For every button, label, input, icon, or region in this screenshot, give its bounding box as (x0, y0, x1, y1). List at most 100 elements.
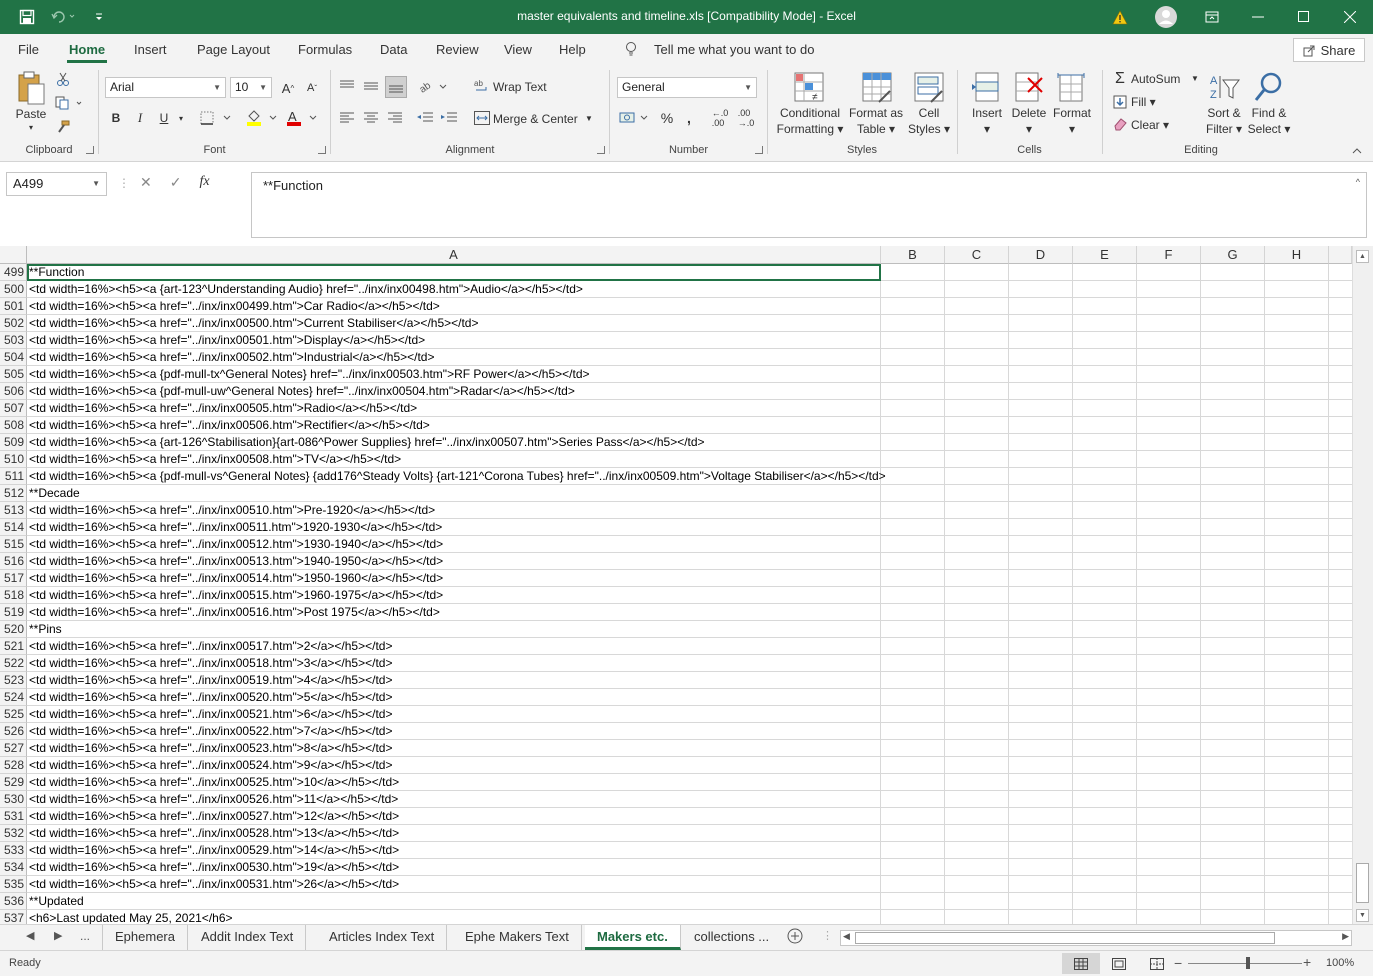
tab-page-layout[interactable]: Page Layout (197, 42, 270, 57)
wrap-text-icon[interactable]: ab (473, 77, 491, 95)
decrease-decimal-icon[interactable]: .00 →.0 (734, 108, 758, 128)
number-format-box[interactable]: General ▼ (617, 77, 757, 98)
conditional-formatting-icon[interactable]: ≠ (792, 70, 826, 106)
page-layout-view-icon[interactable] (1100, 953, 1138, 974)
decrease-indent-icon[interactable] (415, 108, 435, 128)
cell-a[interactable]: <td width=16%><h5><a href="../inx/inx005… (27, 876, 399, 893)
sheet-tab-addit-index-text[interactable]: Addit Index Text (189, 925, 307, 950)
zoom-slider-track[interactable] (1188, 963, 1302, 964)
tab-help[interactable]: Help (559, 42, 586, 57)
paste-icon[interactable] (14, 70, 48, 108)
cut-icon[interactable] (54, 70, 72, 88)
cell-a[interactable]: <td width=16%><h5><a href="../inx/inx005… (27, 808, 399, 825)
ribbon-display-options-icon[interactable] (1189, 0, 1235, 34)
cell-a[interactable]: <td width=16%><h5><a href="../inx/inx005… (27, 417, 430, 434)
cell-a[interactable]: <td width=16%><h5><a href="../inx/inx005… (27, 774, 399, 791)
column-header-d[interactable]: D (1009, 246, 1073, 264)
expand-formula-bar-icon[interactable]: ^ (1356, 177, 1360, 187)
row-header[interactable]: 516 (0, 553, 27, 570)
column-header-f[interactable]: F (1137, 246, 1201, 264)
row-header[interactable]: 520 (0, 621, 27, 638)
format-as-table-button[interactable]: Format as Table ▾ (846, 105, 906, 137)
row-header[interactable]: 512 (0, 485, 27, 502)
cell-a[interactable]: <td width=16%><h5><a href="../inx/inx005… (27, 842, 399, 859)
tab-formulas[interactable]: Formulas (298, 42, 352, 57)
cell-a[interactable]: <td width=16%><h5><a href="../inx/inx005… (27, 315, 479, 332)
insert-cells-button[interactable]: Insert ▾ (966, 105, 1008, 137)
italic-button[interactable]: I (131, 108, 149, 128)
tab-data[interactable]: Data (380, 42, 407, 57)
row-header[interactable]: 527 (0, 740, 27, 757)
zoom-out-icon[interactable]: − (1174, 955, 1182, 971)
cell-a[interactable]: <td width=16%><h5><a {pdf-mull-tx^Genera… (27, 366, 590, 383)
vertical-scroll-thumb[interactable] (1356, 863, 1369, 903)
cell-a[interactable]: <td width=16%><h5><a href="../inx/inx005… (27, 332, 425, 349)
cell-a[interactable]: <td width=16%><h5><a href="../inx/inx005… (27, 536, 443, 553)
cell-a[interactable]: <td width=16%><h5><a href="../inx/inx005… (27, 791, 398, 808)
underline-dropdown-icon[interactable]: ▾ (175, 108, 187, 128)
tab-home[interactable]: Home (69, 42, 105, 57)
alignment-launcher-icon[interactable] (597, 146, 605, 154)
cell-a[interactable]: <td width=16%><h5><a href="../inx/inx005… (27, 502, 435, 519)
horizontal-scroll-thumb[interactable] (855, 932, 1275, 944)
chevron-down-icon[interactable]: ▼ (213, 78, 221, 97)
font-name-box[interactable]: Arial ▼ (105, 77, 226, 98)
autosum-dropdown-icon[interactable]: ▼ (1191, 71, 1199, 87)
row-header[interactable]: 532 (0, 825, 27, 842)
row-header[interactable]: 506 (0, 383, 27, 400)
row-header[interactable]: 508 (0, 417, 27, 434)
row-header[interactable]: 499 (0, 264, 27, 281)
column-header-g[interactable]: G (1201, 246, 1265, 264)
cell-a[interactable]: <td width=16%><h5><a href="../inx/inx004… (27, 298, 440, 315)
insert-function-icon[interactable]: fx (199, 174, 209, 191)
increase-font-icon[interactable]: A ^ (278, 78, 298, 98)
row-header[interactable]: 521 (0, 638, 27, 655)
row-header[interactable]: 529 (0, 774, 27, 791)
row-header[interactable]: 509 (0, 434, 27, 451)
scroll-left-icon[interactable]: ◀ (843, 931, 850, 942)
orientation-icon[interactable]: ab (417, 76, 449, 96)
row-header[interactable]: 524 (0, 689, 27, 706)
increase-indent-icon[interactable] (439, 108, 459, 128)
bottom-align-icon[interactable] (385, 76, 407, 98)
tell-me-search[interactable]: Tell me what you want to do (654, 42, 814, 57)
cell-a[interactable]: **Function (27, 264, 84, 281)
paste-dropdown-icon[interactable]: ▾ (24, 120, 38, 136)
cell-a[interactable]: <td width=16%><h5><a href="../inx/inx005… (27, 672, 392, 689)
cell-a[interactable]: <td width=16%><h5><a {pdf-mull-uw^Genera… (27, 383, 575, 400)
formula-input[interactable]: **Function ^ (251, 172, 1367, 238)
cell-a[interactable]: <td width=16%><h5><a {art-123^Understand… (27, 281, 583, 298)
row-header[interactable]: 500 (0, 281, 27, 298)
borders-icon[interactable] (199, 108, 235, 128)
increase-decimal-icon[interactable]: ←.0.00 (708, 108, 732, 128)
merge-center-icon[interactable] (473, 109, 491, 127)
fill-button[interactable]: Fill ▾ (1131, 94, 1156, 110)
cell-a[interactable]: <td width=16%><h5><a href="../inx/inx005… (27, 825, 399, 842)
chevron-down-icon[interactable]: ▼ (744, 78, 752, 97)
row-header[interactable]: 510 (0, 451, 27, 468)
column-header-a[interactable]: A (27, 246, 881, 264)
cell-styles-icon[interactable] (912, 70, 946, 106)
cell-a[interactable]: <td width=16%><h5><a href="../inx/inx005… (27, 349, 434, 366)
cell-a[interactable]: <td width=16%><h5><a href="../inx/inx005… (27, 604, 440, 621)
collapse-ribbon-icon[interactable] (1350, 144, 1364, 158)
merge-dropdown-icon[interactable]: ▼ (585, 111, 593, 127)
row-header[interactable]: 526 (0, 723, 27, 740)
font-color-icon[interactable]: A (285, 108, 321, 128)
more-sheets-left[interactable]: ... (80, 929, 90, 943)
tab-review[interactable]: Review (436, 42, 479, 57)
cell-a[interactable]: <td width=16%><h5><a href="../inx/inx005… (27, 638, 392, 655)
font-launcher-icon[interactable] (318, 146, 326, 154)
page-break-preview-icon[interactable] (1138, 953, 1176, 974)
row-header[interactable]: 517 (0, 570, 27, 587)
cell-a[interactable]: **Updated (27, 893, 84, 910)
tab-split-grip-icon[interactable]: ⋮ (822, 929, 833, 942)
cell-a[interactable]: <td width=16%><h5><a {pdf-mull-vs^Genera… (27, 468, 886, 485)
warning-icon[interactable] (1097, 0, 1143, 34)
row-header[interactable]: 536 (0, 893, 27, 910)
cancel-entry-icon[interactable]: ✕ (140, 174, 152, 191)
copy-icon[interactable] (54, 94, 84, 112)
conditional-formatting-button[interactable]: Conditional Formatting ▾ (770, 105, 850, 137)
row-header[interactable]: 537 (0, 910, 27, 924)
format-cells-icon[interactable] (1054, 70, 1088, 106)
